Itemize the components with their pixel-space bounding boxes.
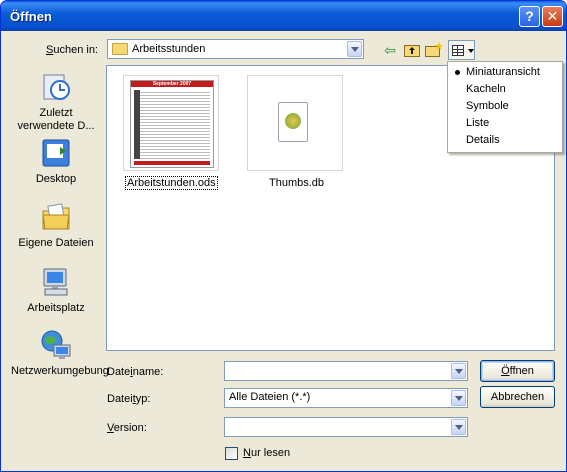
desktop-icon	[40, 137, 72, 169]
view-dropdown-menu: Miniaturansicht Kacheln Symbole Liste De…	[447, 61, 563, 153]
version-label-mnemonic: V	[107, 422, 114, 434]
lookin-combobox[interactable]: Arbeitsstunden	[107, 39, 364, 59]
filename-label: Dateiname:	[107, 366, 163, 378]
new-folder-icon[interactable]	[425, 41, 443, 59]
menu-item-thumbnails[interactable]: Miniaturansicht	[466, 66, 540, 78]
readonly-label[interactable]: Nur lesen	[243, 447, 290, 459]
version-label: Version:	[107, 422, 147, 434]
menu-item-tiles[interactable]: Kacheln	[466, 83, 506, 95]
places-item-desktop[interactable]: Desktop	[11, 137, 101, 186]
chevron-down-icon[interactable]	[347, 41, 362, 57]
file-thumbnail[interactable]	[247, 75, 343, 171]
places-item-my-computer[interactable]: Arbeitsplatz	[11, 266, 101, 315]
my-computer-icon	[40, 266, 72, 298]
back-icon[interactable]: ⇦	[381, 41, 399, 59]
filename-label-pre: Date	[107, 366, 131, 378]
my-documents-icon	[40, 201, 72, 233]
lookin-value: Arbeitsstunden	[132, 43, 206, 55]
readonly-label-mnemonic: N	[243, 447, 251, 459]
filetype-label: Dateityp:	[107, 393, 150, 405]
places-item-label: Eigene Dateien	[18, 237, 94, 249]
readonly-checkbox[interactable]	[225, 447, 238, 460]
view-menu-button[interactable]	[448, 40, 475, 60]
filetype-label-post: yp:	[135, 393, 151, 405]
open-button-mnemonic: Ö	[501, 365, 510, 377]
checked-bullet-icon	[455, 70, 460, 75]
lookin-label-rest: uchen in:	[53, 44, 98, 56]
version-label-post: ersion:	[113, 422, 147, 434]
view-grid-icon	[452, 45, 464, 56]
dropdown-arrow-icon	[468, 49, 474, 53]
places-item-label: Netzwerkumgebung	[11, 365, 109, 377]
menu-item-list[interactable]: Liste	[466, 117, 489, 129]
sheet-footer	[134, 161, 210, 165]
filetype-label-pre: Datei	[107, 393, 133, 405]
file-name[interactable]: Thumbs.db	[269, 177, 324, 189]
title-bar[interactable]: Öffnen ? ✕	[1, 1, 566, 31]
gear-icon	[285, 113, 301, 129]
places-item-my-documents[interactable]: Eigene Dateien	[11, 201, 101, 250]
help-button[interactable]: ?	[519, 6, 540, 27]
filetype-select[interactable]: Alle Dateien (*.*)	[224, 388, 468, 408]
version-select[interactable]	[224, 417, 468, 437]
open-dialog: Öffnen ? ✕ Suchen in: Arbeitsstunden ⇦ Z…	[0, 0, 567, 472]
chevron-down-icon[interactable]	[451, 363, 466, 379]
open-button[interactable]: Öffnen	[480, 360, 555, 382]
sheet-title: September 2007	[152, 81, 192, 87]
open-button-post: ffnen	[509, 365, 534, 377]
database-file-icon	[278, 102, 308, 142]
filename-field[interactable]	[224, 361, 468, 381]
menu-item-details[interactable]: Details	[466, 134, 500, 146]
places-item-network[interactable]: Netzwerkumgebung	[11, 329, 109, 378]
file-name[interactable]: Arbeitstunden.ods	[125, 176, 218, 190]
lookin-label: Suchen in:	[46, 44, 98, 56]
sheet-rows	[134, 90, 210, 159]
readonly-label-post: ur lesen	[250, 447, 291, 459]
network-icon	[40, 329, 72, 361]
places-item-label: Arbeitsplatz	[27, 302, 85, 314]
chevron-down-icon[interactable]	[451, 419, 466, 435]
menu-item-icons[interactable]: Symbole	[466, 100, 509, 112]
up-folder-icon[interactable]	[403, 41, 421, 59]
chevron-down-icon[interactable]	[451, 390, 466, 406]
close-button[interactable]: ✕	[542, 6, 563, 27]
filename-label-post: name:	[132, 366, 164, 378]
places-item-label: Zuletzt verwendete D...	[17, 107, 95, 132]
filetype-value: Alle Dateien (*.*)	[229, 391, 311, 403]
recent-icon	[40, 71, 72, 103]
cancel-button[interactable]: Abbrechen	[480, 386, 555, 408]
places-item-recent[interactable]: Zuletzt verwendete D...	[11, 71, 101, 133]
spreadsheet-preview: September 2007	[130, 80, 214, 168]
file-thumbnail[interactable]: September 2007	[123, 75, 219, 171]
window-title: Öffnen	[10, 9, 52, 24]
folder-icon	[112, 43, 128, 55]
places-item-label: Desktop	[35, 173, 77, 185]
